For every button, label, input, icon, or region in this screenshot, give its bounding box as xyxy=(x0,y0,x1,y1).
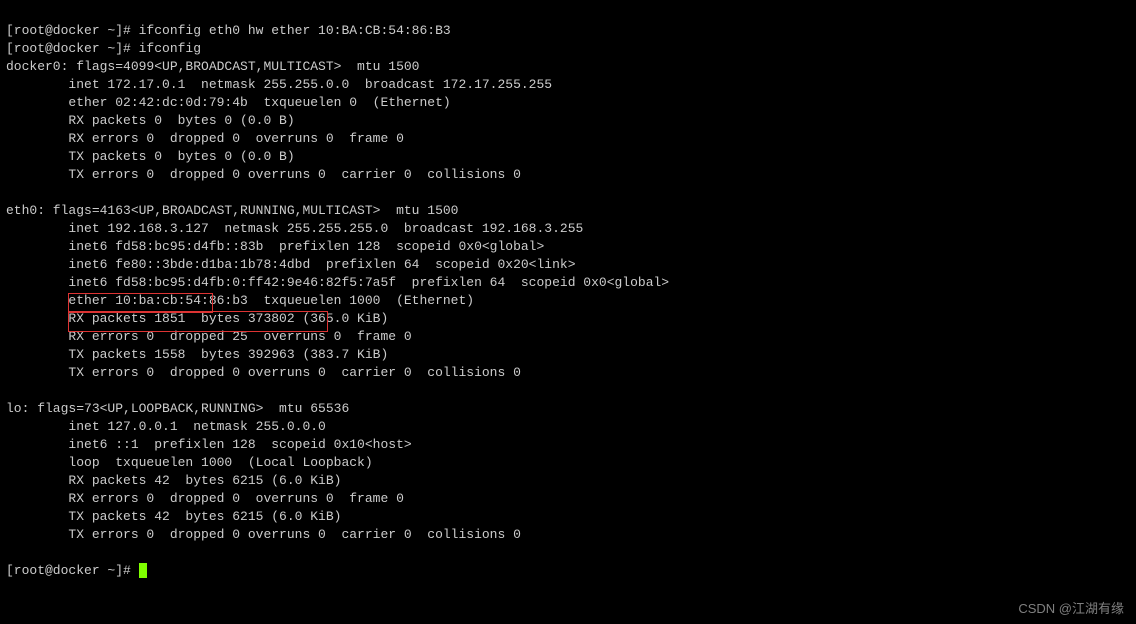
iface-line: TX errors 0 dropped 0 overruns 0 carrier… xyxy=(6,365,521,380)
iface-header: lo: flags=73<UP,LOOPBACK,RUNNING> mtu 65… xyxy=(6,401,349,416)
command-text: ifconfig eth0 hw ether 10:BA:CB:54:86:B3 xyxy=(139,23,451,38)
iface-line: RX packets 42 bytes 6215 (6.0 KiB) xyxy=(6,473,341,488)
iface-line: loop txqueuelen 1000 (Local Loopback) xyxy=(6,455,373,470)
watermark-text: CSDN @江湖有缘 xyxy=(1018,600,1124,618)
iface-header: docker0: flags=4099<UP,BROADCAST,MULTICA… xyxy=(6,59,419,74)
iface-line: RX packets 1851 bytes 373802 (365.0 KiB) xyxy=(6,311,388,326)
iface-line: TX packets 1558 bytes 392963 (383.7 KiB) xyxy=(6,347,388,362)
iface-line: RX errors 0 dropped 0 overruns 0 frame 0 xyxy=(6,131,404,146)
iface-line: inet 192.168.3.127 netmask 255.255.255.0… xyxy=(6,221,583,236)
iface-line: inet 127.0.0.1 netmask 255.0.0.0 xyxy=(6,419,326,434)
iface-ether-highlighted: ether 10:ba:cb:54:86:b3 xyxy=(6,293,256,308)
prompt: [root@docker ~]# xyxy=(6,23,139,38)
iface-line: ether 02:42:dc:0d:79:4b txqueuelen 0 (Et… xyxy=(6,95,451,110)
prompt: [root@docker ~]# xyxy=(6,41,139,56)
iface-line: RX packets 0 bytes 0 (0.0 B) xyxy=(6,113,295,128)
iface-line: inet6 fe80::3bde:d1ba:1b78:4dbd prefixle… xyxy=(6,257,576,272)
iface-line: TX packets 42 bytes 6215 (6.0 KiB) xyxy=(6,509,341,524)
iface-line: inet6 fd58:bc95:d4fb:0:f xyxy=(6,275,256,290)
iface-line: inet6 fd58:bc95:d4fb::83b prefixlen 128 … xyxy=(6,239,544,254)
iface-line: inet6 ::1 prefixlen 128 scopeid 0x10<hos… xyxy=(6,437,412,452)
terminal-output[interactable]: [root@docker ~]# ifconfig eth0 hw ether … xyxy=(0,0,1136,584)
cursor-icon[interactable] xyxy=(139,563,147,578)
iface-line: TX errors 0 dropped 0 overruns 0 carrier… xyxy=(6,527,521,542)
command-text: ifconfig xyxy=(139,41,201,56)
iface-line: TX packets 0 bytes 0 (0.0 B) xyxy=(6,149,295,164)
iface-line: TX errors 0 dropped 0 overruns 0 carrier… xyxy=(6,167,521,182)
iface-header: eth0: flags=4163<UP,BROADCAST,RUNNING,MU… xyxy=(6,203,458,218)
iface-line: RX errors 0 dropped 25 overruns 0 frame … xyxy=(6,329,412,344)
iface-line: RX errors 0 dropped 0 overruns 0 frame 0 xyxy=(6,491,404,506)
prompt: [root@docker ~]# xyxy=(6,563,139,578)
iface-line: inet 172.17.0.1 netmask 255.255.0.0 broa… xyxy=(6,77,552,92)
iface-line: f42:9e46:82f5:7a5f prefixlen 64 scopeid … xyxy=(256,275,669,290)
iface-line: txqueuelen 1000 (Ethernet) xyxy=(256,293,474,308)
